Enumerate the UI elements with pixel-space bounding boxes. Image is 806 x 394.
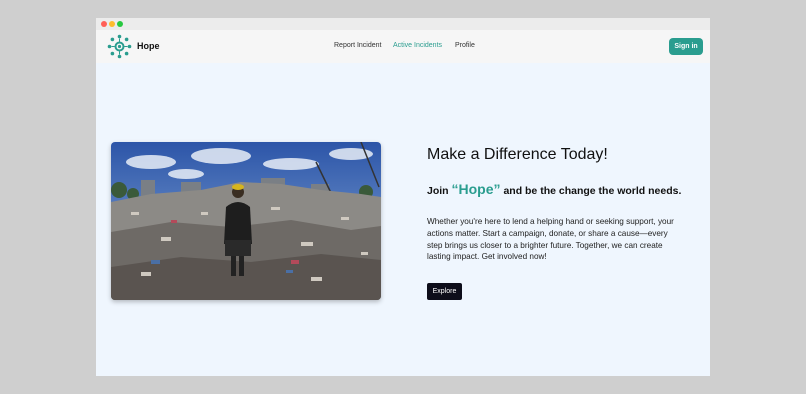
subheadline-suffix: and be the change the world needs. xyxy=(503,185,682,197)
navbar: Hope Report Incident Active Incidents Pr… xyxy=(96,30,710,63)
brand-name[interactable]: Hope xyxy=(137,41,160,51)
nav-profile[interactable]: Profile xyxy=(455,42,475,49)
hero-headline: Make a Difference Today! xyxy=(427,146,608,163)
explore-button[interactable]: Explore xyxy=(427,283,462,300)
hero-description: Whether you're here to lend a helping ha… xyxy=(427,217,674,262)
hero-image xyxy=(111,142,381,300)
hero-subheadline: Join “Hope” and be the change the world … xyxy=(427,181,681,197)
minimize-window-button[interactable] xyxy=(109,21,115,27)
close-window-button[interactable] xyxy=(101,21,107,27)
maximize-window-button[interactable] xyxy=(117,21,123,27)
browser-window: Hope Report Incident Active Incidents Pr… xyxy=(96,18,710,376)
subheadline-highlight: “Hope” xyxy=(451,181,501,197)
window-titlebar xyxy=(96,18,710,30)
subheadline-prefix: Join xyxy=(427,185,449,197)
nav-report-incident[interactable]: Report Incident xyxy=(334,42,381,49)
nav-active-incidents[interactable]: Active Incidents xyxy=(393,42,442,49)
sun-logo-icon[interactable] xyxy=(107,34,132,59)
sign-in-button[interactable]: Sign in xyxy=(669,38,703,55)
